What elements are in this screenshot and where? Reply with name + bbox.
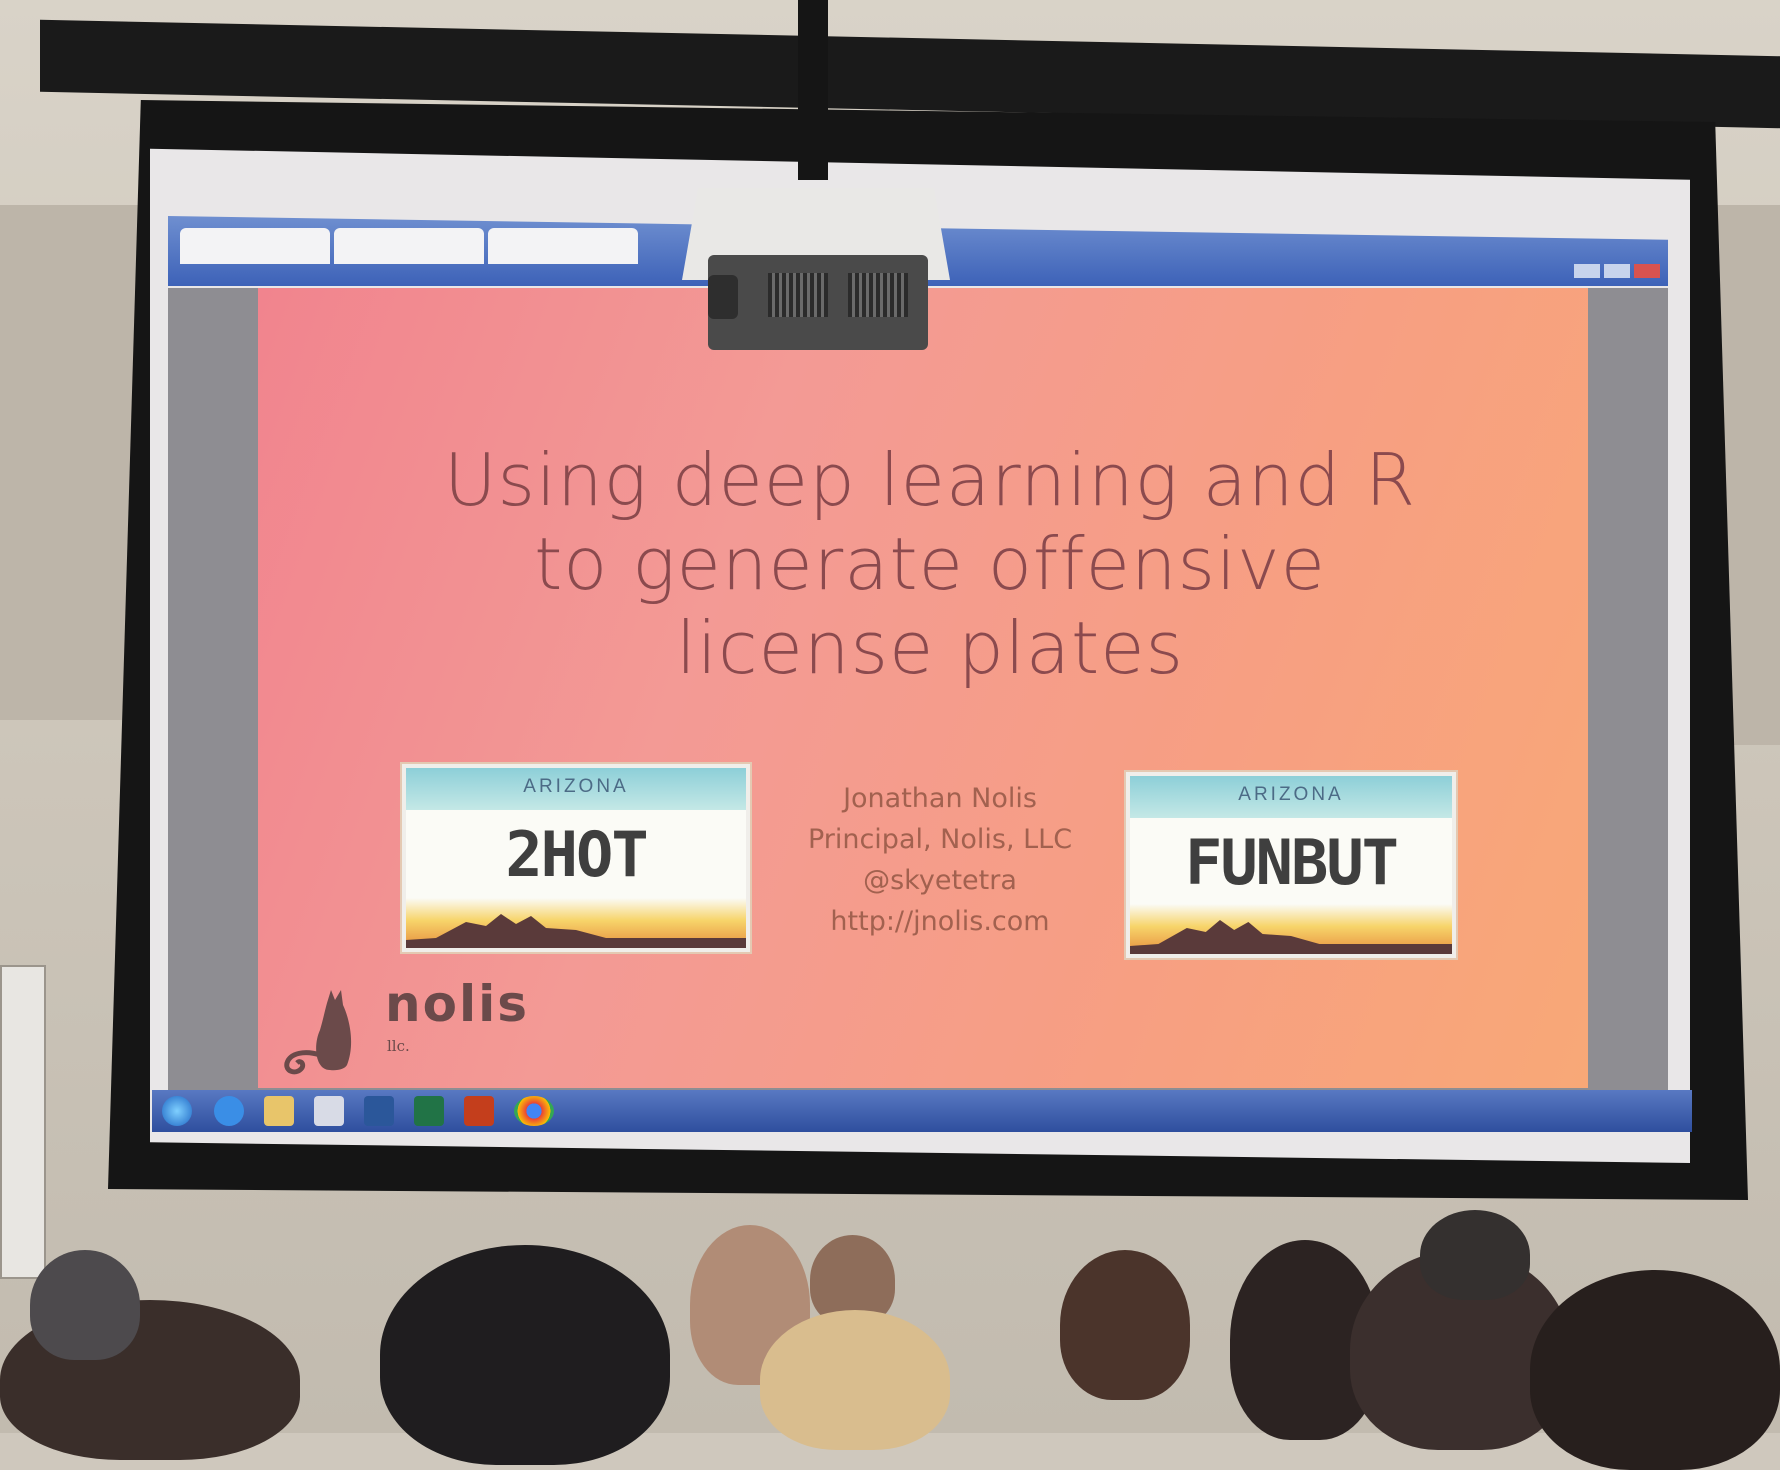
logo-suffix: llc.: [387, 1037, 410, 1055]
author-handle: @skyetetra: [863, 865, 1017, 896]
chrome-icon[interactable]: [514, 1096, 554, 1126]
powerpoint-icon[interactable]: [464, 1096, 494, 1126]
projector: [708, 255, 928, 350]
notepad-icon[interactable]: [314, 1096, 344, 1126]
logo-wordmark: nolis: [385, 975, 529, 1033]
minimize-button[interactable]: [1574, 264, 1600, 278]
slide-title: Using deep learning and R to generate of…: [380, 438, 1480, 690]
author-info: Jonathan Nolis Principal, Nolis, LLC @sk…: [780, 778, 1100, 942]
mountain-silhouette-icon: [406, 914, 746, 948]
audience-head: [380, 1245, 670, 1465]
browser-tab[interactable]: [488, 228, 638, 264]
browser-tab[interactable]: [334, 228, 484, 264]
plate-number: FUNBUT: [1185, 826, 1399, 899]
nolis-logo: nolis llc.: [275, 975, 545, 1075]
plate-state: ARIZONA: [1238, 784, 1344, 805]
audience-head: [1060, 1250, 1190, 1400]
author-url: http://jnolis.com: [830, 906, 1050, 937]
cat-logo-icon: [284, 990, 352, 1075]
plate-number: 2HOT: [505, 818, 648, 891]
ie-icon[interactable]: [214, 1096, 244, 1126]
windows-taskbar: [152, 1090, 1692, 1132]
audience-head: [1420, 1210, 1530, 1300]
audience-head: [30, 1250, 140, 1360]
maximize-button[interactable]: [1604, 264, 1630, 278]
author-role: Principal, Nolis, LLC: [807, 824, 1073, 855]
projector-vent: [768, 273, 828, 317]
word-icon[interactable]: [364, 1096, 394, 1126]
audience: [0, 1190, 1780, 1470]
audience-head: [1530, 1270, 1780, 1470]
audience-head: [760, 1310, 950, 1450]
browser-tabs: [180, 228, 680, 268]
projector-vent: [848, 273, 908, 317]
license-plate-image: ARIZONA 2HOT: [402, 764, 750, 952]
start-orb-icon[interactable]: [162, 1096, 192, 1126]
projector-mount-pole: [798, 0, 828, 180]
window-controls: [1570, 263, 1670, 281]
browser-tab[interactable]: [180, 228, 330, 264]
excel-icon[interactable]: [414, 1096, 444, 1126]
mountain-silhouette-icon: [1130, 920, 1452, 954]
license-plate-image: ARIZONA FUNBUT: [1126, 772, 1456, 958]
title-line: Using deep learning and R: [443, 438, 1417, 522]
projector-lens: [708, 275, 738, 319]
author-name: Jonathan Nolis: [843, 783, 1037, 814]
explorer-icon[interactable]: [264, 1096, 294, 1126]
title-line: license plates: [675, 606, 1185, 690]
title-line: to generate offensive: [534, 522, 1326, 606]
close-button[interactable]: [1634, 264, 1660, 278]
plate-state: ARIZONA: [523, 776, 629, 797]
